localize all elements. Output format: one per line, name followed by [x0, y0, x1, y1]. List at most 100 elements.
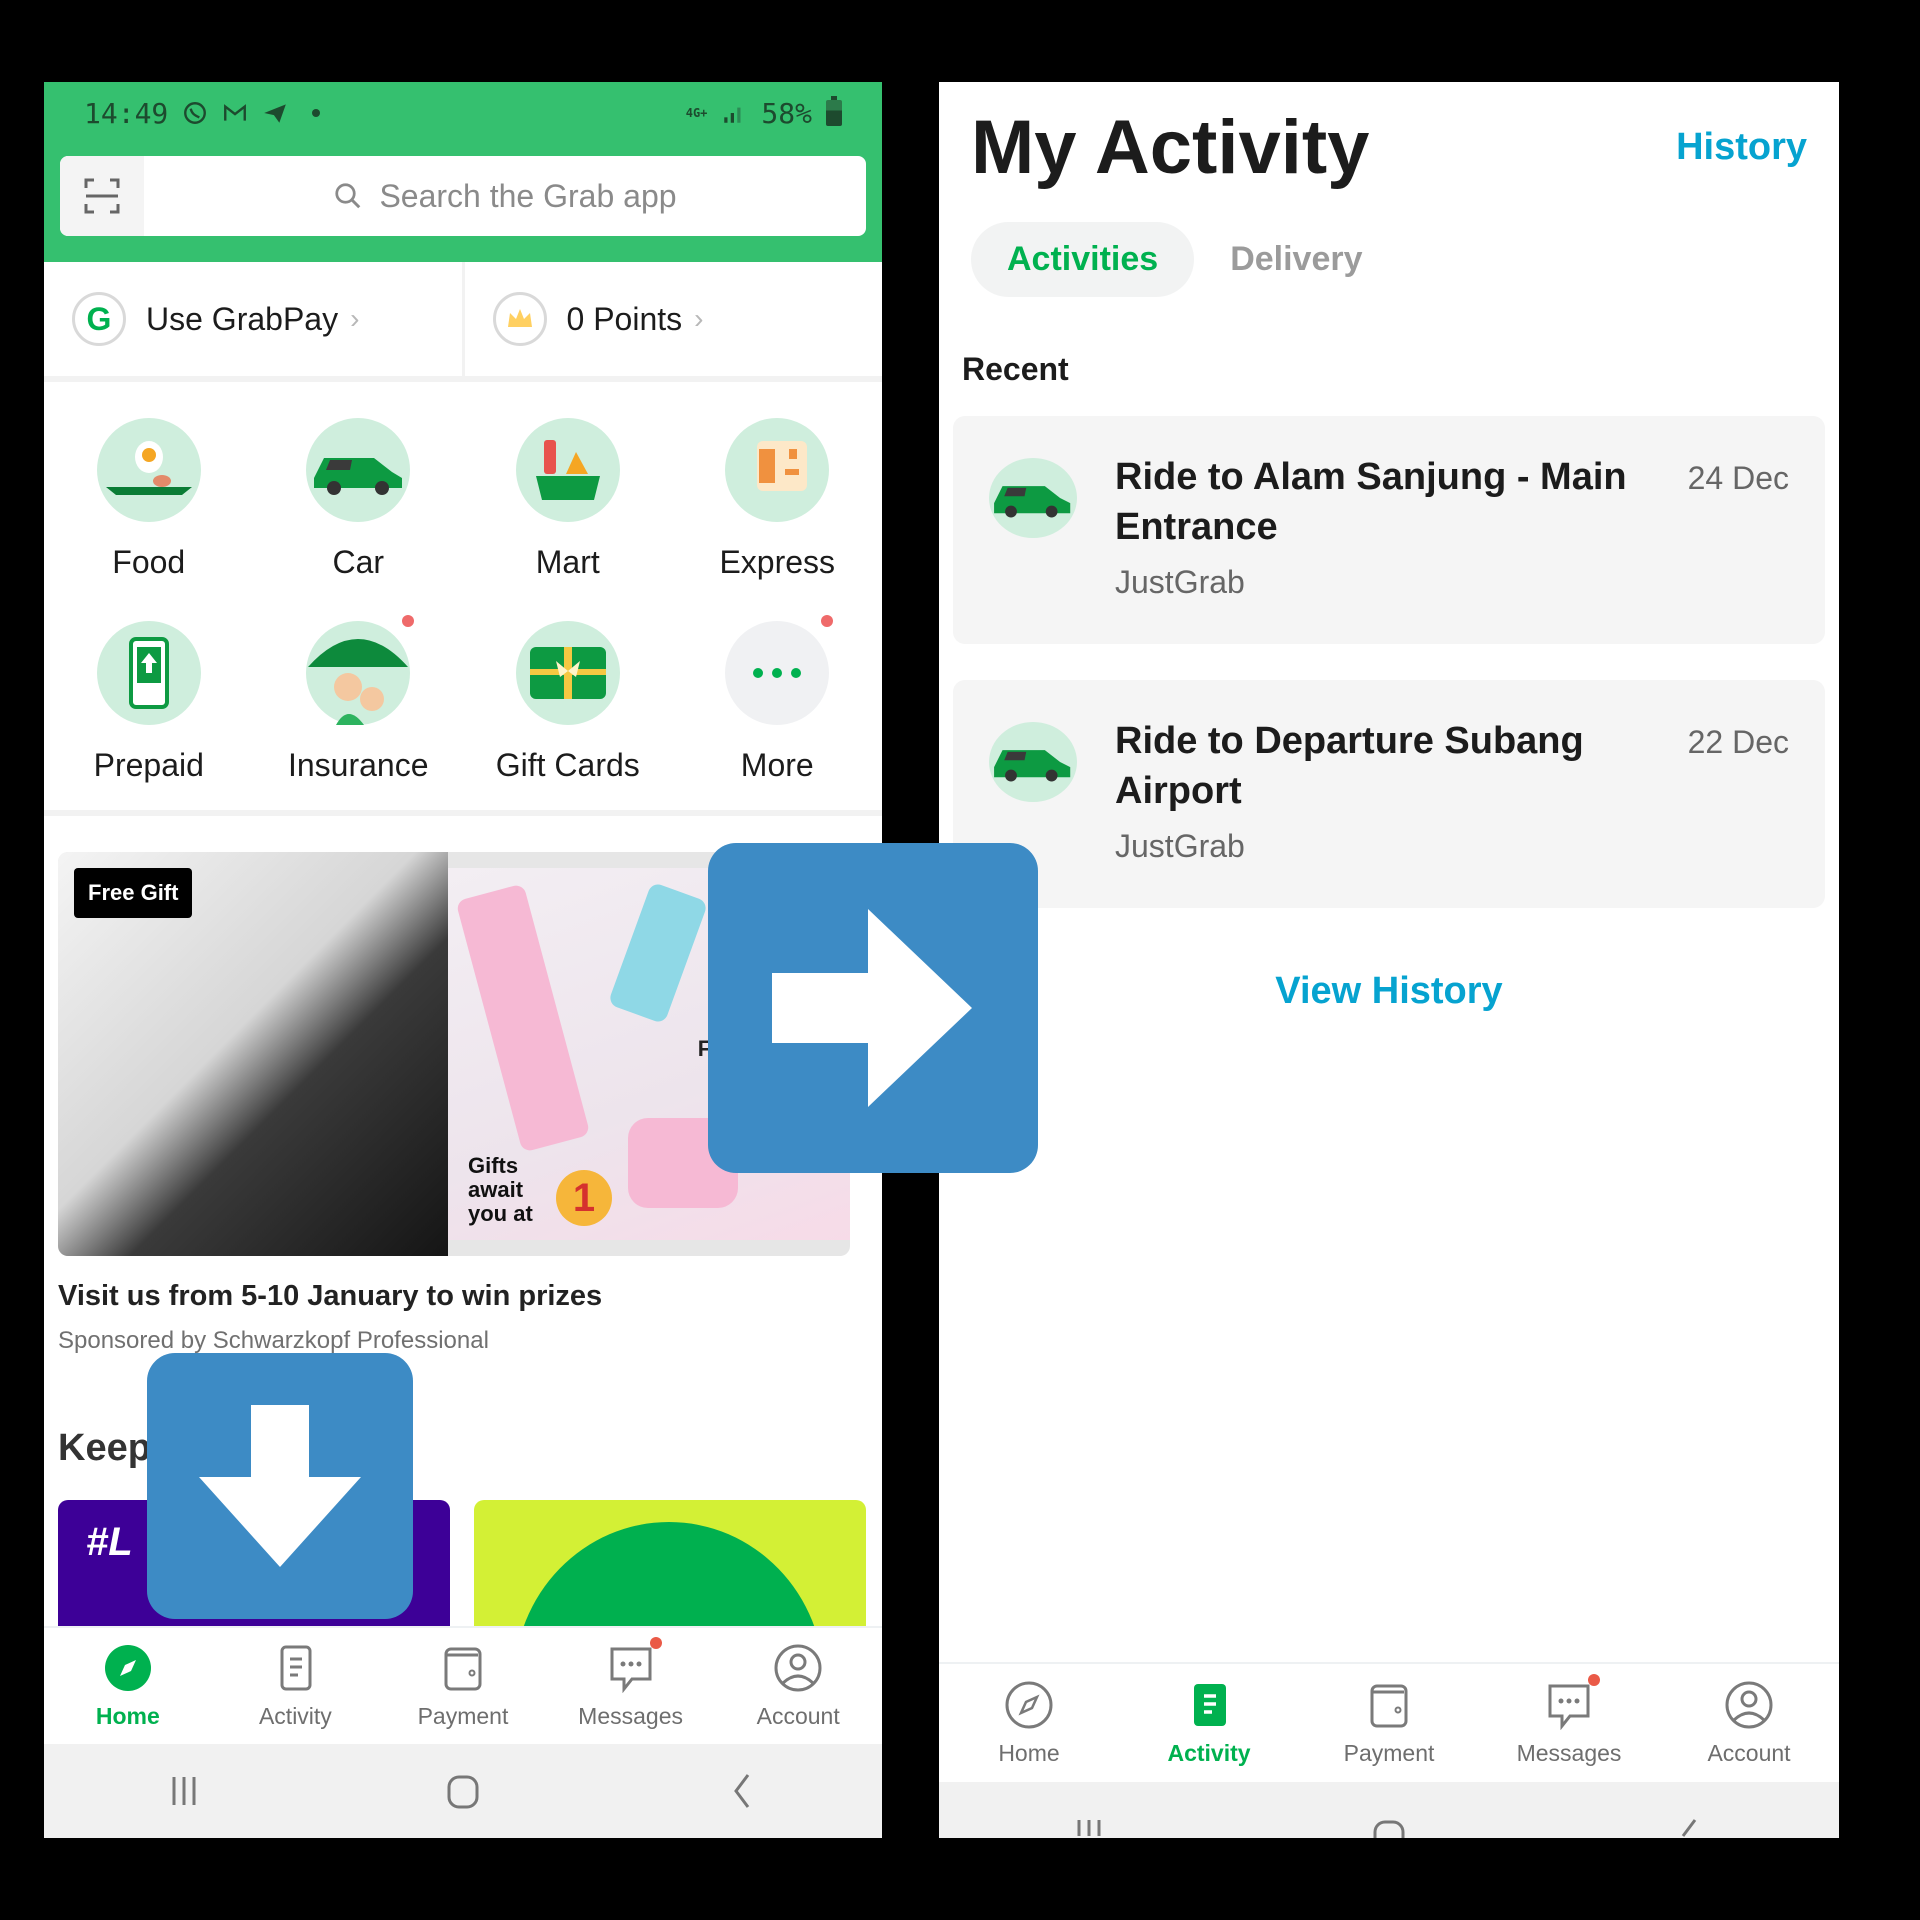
- arrow-right-icon: [772, 909, 972, 1107]
- unread-badge-dot: [649, 1636, 662, 1649]
- nav-home[interactable]: Home: [44, 1628, 212, 1744]
- arrow-down-icon: [199, 1405, 361, 1567]
- ride-item[interactable]: Ride to Departure Subang Airport JustGra…: [953, 680, 1825, 908]
- promo-sponsor: Sponsored by Schwarzkopf Professional: [58, 1327, 489, 1354]
- battery-percent: 58%: [761, 96, 812, 130]
- points-button[interactable]: 0 Points ›: [461, 262, 883, 376]
- recents-icon: [172, 1777, 196, 1805]
- battery-icon: [826, 96, 842, 126]
- service-food[interactable]: Food: [44, 418, 254, 597]
- bottom-nav: Home Activity Payment Messages Account: [44, 1626, 882, 1744]
- service-gift-cards[interactable]: Gift Cards: [463, 621, 673, 800]
- status-bar: 14:49 4G+ 58%: [44, 82, 882, 144]
- promo-card-lime[interactable]: [474, 1500, 866, 1640]
- nav-account[interactable]: Account: [714, 1628, 882, 1744]
- nav-label: Activity: [1167, 1739, 1251, 1766]
- car-icon: [989, 722, 1077, 802]
- ride-service: JustGrab: [1115, 564, 1245, 600]
- points-label: 0 Points: [566, 300, 683, 337]
- nav-messages[interactable]: Messages: [1479, 1664, 1659, 1782]
- nav-payment[interactable]: Payment: [1299, 1664, 1479, 1782]
- service-label: Car: [332, 544, 385, 580]
- recents-button[interactable]: [154, 1771, 214, 1811]
- page-title: My Activity: [971, 104, 1370, 190]
- nav-home[interactable]: Home: [939, 1664, 1119, 1782]
- nav-account[interactable]: Account: [1659, 1664, 1839, 1782]
- nav-activity[interactable]: Activity: [1119, 1664, 1299, 1782]
- signal-icon: [724, 107, 741, 123]
- view-history-link[interactable]: View History: [939, 970, 1839, 1013]
- ride-item[interactable]: Ride to Alam Sanjung - Main Entrance Jus…: [953, 416, 1825, 644]
- tab-delivery[interactable]: Delivery: [1230, 240, 1362, 279]
- status-time: 14:49: [84, 96, 169, 130]
- wallet-row: G Use GrabPay › 0 Points ›: [44, 262, 882, 382]
- service-label: Mart: [535, 544, 600, 580]
- wallet-icon: [444, 1647, 482, 1690]
- search-input[interactable]: Search the Grab app: [144, 156, 866, 236]
- nav-messages[interactable]: Messages: [547, 1628, 715, 1744]
- service-insurance[interactable]: Insurance: [254, 615, 464, 800]
- home-circle-icon: [447, 1775, 479, 1809]
- nav-payment[interactable]: Payment: [379, 1628, 547, 1744]
- grabpay-logo-icon: G: [72, 292, 126, 346]
- service-prepaid[interactable]: Prepaid: [44, 621, 254, 800]
- grabpay-button[interactable]: G Use GrabPay ›: [44, 262, 462, 376]
- shampoo-bottle: [455, 883, 591, 1153]
- service-label: Prepaid: [93, 747, 204, 783]
- back-icon: [734, 1774, 750, 1808]
- activity-header: My Activity History: [939, 82, 1839, 194]
- recents-button[interactable]: [1059, 1798, 1119, 1838]
- chevron-right-icon: ›: [694, 303, 704, 334]
- arrow-down-overlay: [147, 1353, 413, 1619]
- recent-heading: Recent: [962, 351, 1069, 387]
- service-express[interactable]: Express: [673, 418, 883, 597]
- activity-tabs: Activities Delivery: [939, 194, 1839, 297]
- recents-icon: [1077, 1820, 1101, 1836]
- home-button[interactable]: [433, 1771, 493, 1811]
- car-icon: [989, 458, 1077, 538]
- history-link[interactable]: History: [1676, 126, 1807, 169]
- home-button[interactable]: [1359, 1798, 1419, 1838]
- back-button[interactable]: [712, 1771, 772, 1811]
- home-circle-icon: [1373, 1820, 1405, 1838]
- grabpay-label: Use GrabPay: [146, 300, 339, 337]
- chevron-right-icon: ›: [350, 303, 360, 334]
- model-photo: Free Gift: [58, 852, 448, 1256]
- nav-label: Payment: [417, 1702, 509, 1729]
- express-icon: [725, 418, 830, 522]
- search-placeholder: Search the Grab app: [379, 177, 677, 214]
- ride-title: Ride to Departure Subang Airport: [1115, 720, 1584, 812]
- search-bar[interactable]: Search the Grab app: [60, 156, 866, 236]
- tab-activities[interactable]: Activities: [971, 222, 1195, 297]
- back-icon: [1681, 1819, 1697, 1837]
- activity-icon: [1194, 1683, 1226, 1726]
- service-mart[interactable]: Mart: [463, 418, 673, 597]
- scan-button[interactable]: [60, 156, 144, 236]
- account-icon: [774, 1644, 822, 1691]
- account-icon: [1725, 1681, 1773, 1728]
- back-button[interactable]: [1659, 1798, 1719, 1838]
- system-nav-bar: [44, 1744, 882, 1838]
- arrow-right-overlay: [708, 843, 1038, 1173]
- network-type: 4G+: [685, 106, 708, 120]
- nav-label: Activity: [258, 1702, 332, 1729]
- ride-title: Ride to Alam Sanjung - Main Entrance: [1115, 456, 1627, 548]
- service-more[interactable]: More: [673, 615, 883, 800]
- crown-icon: [492, 292, 547, 346]
- gifts-text: Gifts await you at: [468, 1153, 533, 1226]
- service-car[interactable]: Car: [254, 418, 464, 597]
- search-icon: [335, 183, 361, 209]
- nav-label: Home: [95, 1702, 160, 1729]
- service-label: Express: [719, 544, 836, 580]
- chat-icon: [610, 1647, 652, 1693]
- wallet-icon: [1370, 1684, 1408, 1727]
- free-gift-tag: Free Gift: [74, 868, 193, 918]
- chat-icon: [1548, 1684, 1590, 1730]
- promo-title: Visit us from 5-10 January to win prizes: [58, 1280, 603, 1312]
- card-text: #L: [86, 1520, 133, 1564]
- compass-icon: [1005, 1681, 1053, 1728]
- mart-icon: [515, 418, 620, 522]
- nav-activity[interactable]: Activity: [212, 1628, 380, 1744]
- nav-label: Account: [756, 1702, 840, 1729]
- prepaid-icon: [96, 621, 201, 725]
